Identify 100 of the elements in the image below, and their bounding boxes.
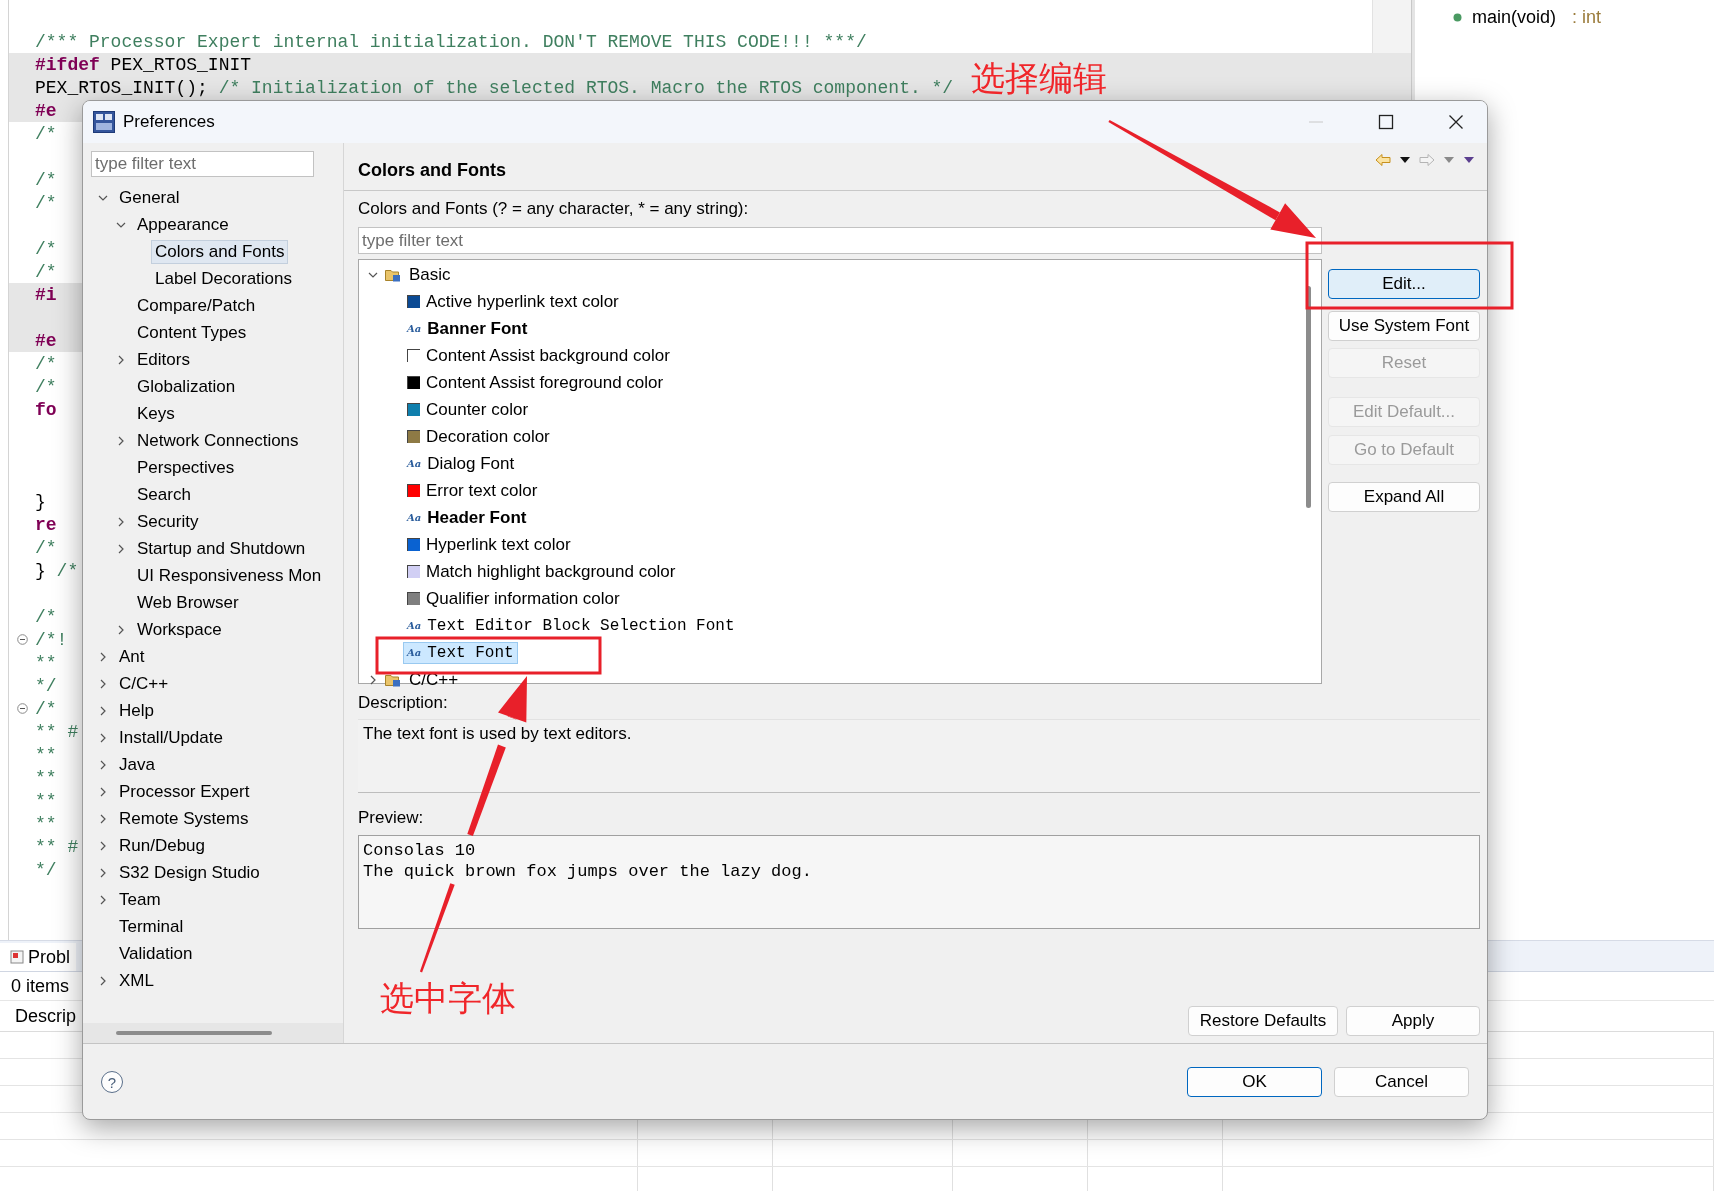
- comment-text: /*: [35, 376, 57, 397]
- tree-item[interactable]: General: [115, 185, 184, 210]
- tree-item[interactable]: Team: [115, 887, 165, 912]
- tree-item[interactable]: Startup and Shutdown: [133, 536, 310, 561]
- font-icon: Aa: [407, 620, 422, 631]
- tree-item[interactable]: Decoration color: [403, 424, 554, 449]
- action-button[interactable]: Edit...: [1328, 269, 1480, 299]
- tree-item[interactable]: Terminal: [115, 914, 188, 939]
- dialog-button[interactable]: Cancel: [1334, 1067, 1469, 1097]
- tree-item[interactable]: Remote Systems: [115, 806, 253, 831]
- font-icon: Aa: [407, 458, 422, 469]
- tree-item[interactable]: Aa Dialog Font: [403, 451, 519, 476]
- tree-item[interactable]: Content Types: [133, 320, 251, 345]
- directive-text: #i: [35, 284, 57, 305]
- comment-text: /*: [35, 192, 57, 213]
- tree-item[interactable]: Active hyperlink text color: [403, 289, 623, 314]
- collapse-icon[interactable]: [17, 703, 28, 714]
- tree-item[interactable]: Hyperlink text color: [403, 532, 575, 557]
- comment-text: /*: [35, 537, 57, 558]
- tree-item[interactable]: Network Connections: [133, 428, 303, 453]
- tree-item[interactable]: Validation: [115, 941, 197, 966]
- tree-item[interactable]: Search: [133, 482, 195, 507]
- tree-item[interactable]: Match highlight background color: [403, 559, 680, 584]
- tree-item[interactable]: Qualifier information color: [403, 586, 624, 611]
- scrollbar-thumb[interactable]: [116, 1031, 272, 1035]
- section-label: Preview:: [358, 807, 425, 829]
- tree-item[interactable]: Processor Expert: [115, 779, 254, 804]
- action-button[interactable]: Use System Font: [1328, 311, 1480, 341]
- folder-icon: [385, 267, 401, 282]
- tree-item[interactable]: Content Assist background color: [403, 343, 674, 368]
- tree-item[interactable]: Help: [115, 698, 158, 723]
- scrollbar[interactable]: [83, 1023, 343, 1043]
- action-button[interactable]: Apply: [1346, 1006, 1480, 1036]
- tree-item[interactable]: UI Responsiveness Mon: [133, 563, 326, 588]
- tree-item[interactable]: Aa Text Editor Block Selection Font: [403, 614, 739, 637]
- outline-item[interactable]: main(void) : int: [1453, 5, 1602, 29]
- annotation-label: 选中字体: [380, 978, 516, 1019]
- action-button: Edit Default...: [1328, 397, 1480, 427]
- column-header: Descrip: [14, 1005, 76, 1027]
- help-button[interactable]: ?: [101, 1071, 123, 1093]
- tree-item[interactable]: Editors: [133, 347, 194, 372]
- directive-text: #e: [35, 330, 57, 351]
- comment-text: ** #: [35, 721, 79, 742]
- tree-item[interactable]: Aa Text Font: [403, 641, 518, 664]
- comment-text: the RTOS component. */: [715, 77, 954, 98]
- tree-item[interactable]: Web Browser: [133, 590, 243, 615]
- filter-field[interactable]: type filter text: [358, 227, 1322, 254]
- collapse-icon[interactable]: [17, 634, 28, 645]
- action-button[interactable]: Restore Defaults: [1188, 1006, 1338, 1036]
- comment-text: /*: [35, 123, 57, 144]
- page-title: Colors and Fonts: [358, 160, 506, 181]
- function-icon: [1453, 12, 1462, 22]
- tree-item[interactable]: Counter color: [403, 397, 533, 422]
- tree-item[interactable]: Aa Banner Font: [403, 316, 532, 341]
- scrollbar[interactable]: [1306, 286, 1311, 508]
- preview-text: Consolas 10: [363, 841, 477, 862]
- tree-item[interactable]: Appearance: [133, 212, 233, 237]
- tree-item[interactable]: Workspace: [133, 617, 226, 642]
- tree-item[interactable]: Compare/Patch: [133, 293, 260, 318]
- tree-item[interactable]: Keys: [133, 401, 179, 426]
- tree-item[interactable]: XML: [115, 968, 158, 993]
- directive-text: #e: [35, 100, 57, 121]
- comment-text: **: [35, 744, 57, 765]
- tree-item[interactable]: Java: [115, 752, 159, 777]
- comment-text: **: [35, 813, 57, 834]
- tree-item[interactable]: Aa Header Font: [403, 505, 531, 530]
- code-text: PEX_RTOS_INIT();: [35, 77, 208, 98]
- tree-item[interactable]: Run/Debug: [115, 833, 209, 858]
- tree-item[interactable]: Perspectives: [133, 455, 239, 480]
- tree-item[interactable]: Ant: [115, 644, 149, 669]
- tree-item[interactable]: Globalization: [133, 374, 240, 399]
- filter-field[interactable]: type filter text: [91, 151, 314, 177]
- maximize-icon[interactable]: [1378, 114, 1394, 130]
- directive-text: #ifdef: [35, 54, 100, 75]
- annotation-label: 选择编辑: [971, 58, 1107, 99]
- font-icon: Aa: [407, 512, 422, 523]
- comment-text: /*: [35, 606, 57, 627]
- tree-item[interactable]: C/C++: [115, 671, 173, 696]
- app-icon: [93, 111, 115, 133]
- tree-item[interactable]: Content Assist foreground color: [403, 370, 668, 395]
- problems-tab[interactable]: Probl: [0, 943, 77, 971]
- section-label: Description:: [358, 692, 449, 714]
- tree-item[interactable]: S32 Design Studio: [115, 860, 264, 885]
- font-icon: Aa: [407, 323, 422, 334]
- comment-text: **: [35, 767, 57, 788]
- action-button[interactable]: Expand All: [1328, 482, 1480, 512]
- tree-item[interactable]: Colors and Fonts: [151, 239, 289, 264]
- tree-item[interactable]: Basic: [405, 262, 455, 287]
- tree-item[interactable]: Security: [133, 509, 203, 534]
- tree-item[interactable]: Label Decorations: [151, 266, 297, 291]
- tree-item[interactable]: Error text color: [403, 478, 542, 503]
- comment-text: /* Initialization of the selected RTOS. Macro: [218, 77, 705, 98]
- dialog-button[interactable]: OK: [1187, 1067, 1322, 1097]
- comment-text: /*: [35, 698, 57, 719]
- comment-text: */: [35, 859, 57, 880]
- comment-text: /*: [35, 169, 57, 190]
- tree-item[interactable]: Install/Update: [115, 725, 227, 750]
- code-text: }: [35, 560, 46, 581]
- comment-text: /*: [56, 560, 79, 581]
- close-icon[interactable]: [1448, 114, 1464, 130]
